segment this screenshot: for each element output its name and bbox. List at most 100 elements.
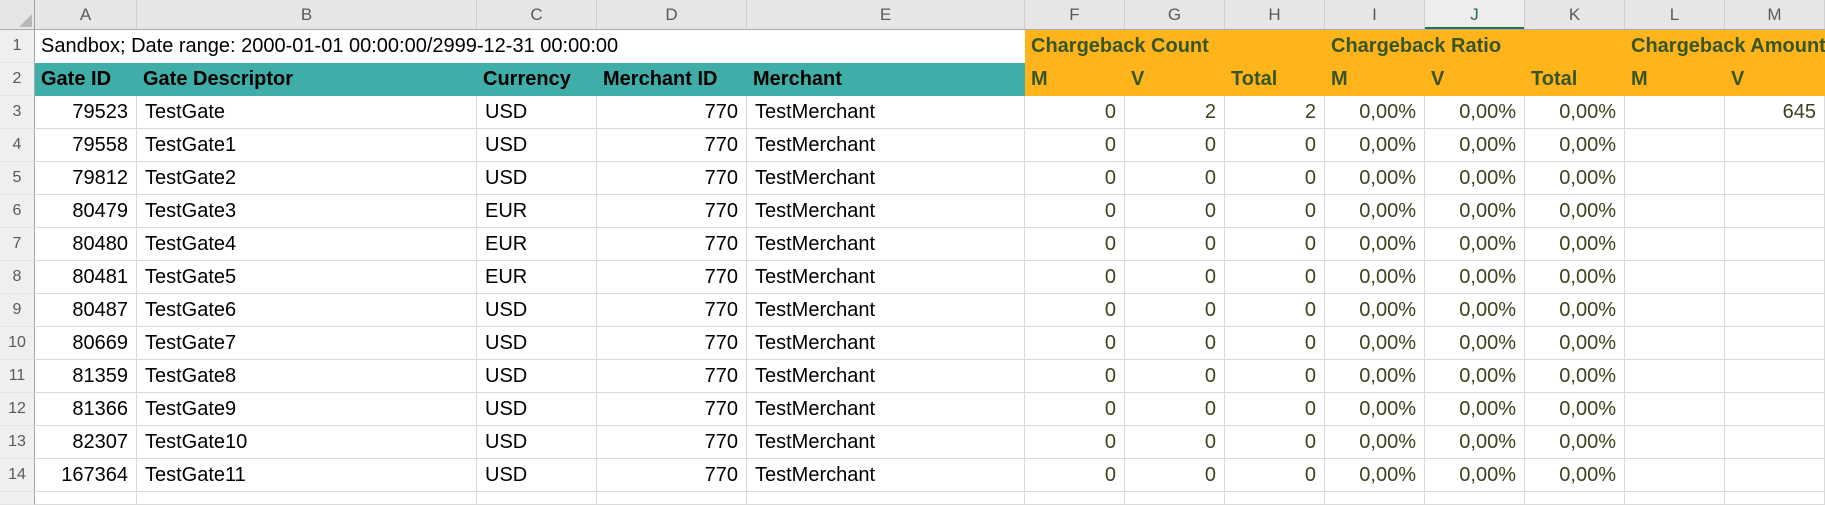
cell-E4[interactable]: TestMerchant bbox=[747, 129, 1025, 162]
cell-D15[interactable] bbox=[597, 492, 747, 505]
cell-L13[interactable] bbox=[1625, 426, 1725, 459]
row-number-8[interactable]: 8 bbox=[0, 261, 35, 294]
cell-H13[interactable]: 0 bbox=[1225, 426, 1325, 459]
header-currency[interactable]: Currency bbox=[477, 63, 597, 96]
column-header-I[interactable]: I bbox=[1325, 0, 1425, 29]
cell-G9[interactable]: 0 bbox=[1125, 294, 1225, 327]
cell-G3[interactable]: 2 bbox=[1125, 96, 1225, 129]
cell-M4[interactable] bbox=[1725, 129, 1825, 162]
cell-A7[interactable]: 80480 bbox=[35, 228, 137, 261]
cell-E5[interactable]: TestMerchant bbox=[747, 162, 1025, 195]
cell-F9[interactable]: 0 bbox=[1025, 294, 1125, 327]
cell-M7[interactable] bbox=[1725, 228, 1825, 261]
cell-B5[interactable]: TestGate2 bbox=[137, 162, 477, 195]
group-header-chargeback-count[interactable]: Chargeback Count bbox=[1025, 30, 1325, 63]
cell-A12[interactable]: 81366 bbox=[35, 393, 137, 426]
cell-I5[interactable]: 0,00% bbox=[1325, 162, 1425, 195]
row-number-5[interactable]: 5 bbox=[0, 162, 35, 195]
cell-B15[interactable] bbox=[137, 492, 477, 505]
cell-L4[interactable] bbox=[1625, 129, 1725, 162]
cell-K3[interactable]: 0,00% bbox=[1525, 96, 1625, 129]
cell-G14[interactable]: 0 bbox=[1125, 459, 1225, 492]
cell-F11[interactable]: 0 bbox=[1025, 360, 1125, 393]
cell-L12[interactable] bbox=[1625, 393, 1725, 426]
cell-E11[interactable]: TestMerchant bbox=[747, 360, 1025, 393]
cell-G5[interactable]: 0 bbox=[1125, 162, 1225, 195]
cell-E15[interactable] bbox=[747, 492, 1025, 505]
cell-I12[interactable]: 0,00% bbox=[1325, 393, 1425, 426]
cell-B7[interactable]: TestGate4 bbox=[137, 228, 477, 261]
cell-H12[interactable]: 0 bbox=[1225, 393, 1325, 426]
cell-J13[interactable]: 0,00% bbox=[1425, 426, 1525, 459]
cell-L3[interactable] bbox=[1625, 96, 1725, 129]
column-header-A[interactable]: A bbox=[35, 0, 137, 29]
row-number-6[interactable]: 6 bbox=[0, 195, 35, 228]
cell-A13[interactable]: 82307 bbox=[35, 426, 137, 459]
row-number-4[interactable]: 4 bbox=[0, 129, 35, 162]
cell-G11[interactable]: 0 bbox=[1125, 360, 1225, 393]
cell-C12[interactable]: USD bbox=[477, 393, 597, 426]
cell-E14[interactable]: TestMerchant bbox=[747, 459, 1025, 492]
row-number-15[interactable] bbox=[0, 492, 35, 505]
header-gate-descriptor[interactable]: Gate Descriptor bbox=[137, 63, 477, 96]
cell-F13[interactable]: 0 bbox=[1025, 426, 1125, 459]
cell-I7[interactable]: 0,00% bbox=[1325, 228, 1425, 261]
cell-K10[interactable]: 0,00% bbox=[1525, 327, 1625, 360]
cell-C8[interactable]: EUR bbox=[477, 261, 597, 294]
cell-E9[interactable]: TestMerchant bbox=[747, 294, 1025, 327]
cell-A9[interactable]: 80487 bbox=[35, 294, 137, 327]
cell-M3[interactable]: 645 bbox=[1725, 96, 1825, 129]
column-header-G[interactable]: G bbox=[1125, 0, 1225, 29]
cell-J3[interactable]: 0,00% bbox=[1425, 96, 1525, 129]
column-header-M[interactable]: M bbox=[1725, 0, 1825, 29]
cell-B12[interactable]: TestGate9 bbox=[137, 393, 477, 426]
cell-M13[interactable] bbox=[1725, 426, 1825, 459]
cell-F14[interactable]: 0 bbox=[1025, 459, 1125, 492]
cell-G12[interactable]: 0 bbox=[1125, 393, 1225, 426]
group-header-chargeback-ratio[interactable]: Chargeback Ratio bbox=[1325, 30, 1625, 63]
cell-C13[interactable]: USD bbox=[477, 426, 597, 459]
cell-K6[interactable]: 0,00% bbox=[1525, 195, 1625, 228]
cell-L10[interactable] bbox=[1625, 327, 1725, 360]
cell-M12[interactable] bbox=[1725, 393, 1825, 426]
cell-B6[interactable]: TestGate3 bbox=[137, 195, 477, 228]
cell-B9[interactable]: TestGate6 bbox=[137, 294, 477, 327]
cell-F12[interactable]: 0 bbox=[1025, 393, 1125, 426]
cell-H15[interactable] bbox=[1225, 492, 1325, 505]
header-merchant-id[interactable]: Merchant ID bbox=[597, 63, 747, 96]
cell-A15[interactable] bbox=[35, 492, 137, 505]
cell-D11[interactable]: 770 bbox=[597, 360, 747, 393]
row-number-9[interactable]: 9 bbox=[0, 294, 35, 327]
cell-L5[interactable] bbox=[1625, 162, 1725, 195]
cell-I3[interactable]: 0,00% bbox=[1325, 96, 1425, 129]
cell-I13[interactable]: 0,00% bbox=[1325, 426, 1425, 459]
cell-C6[interactable]: EUR bbox=[477, 195, 597, 228]
sub-header-f[interactable]: M bbox=[1025, 63, 1125, 96]
sub-header-m[interactable]: V bbox=[1725, 63, 1825, 96]
cell-A8[interactable]: 80481 bbox=[35, 261, 137, 294]
cell-B11[interactable]: TestGate8 bbox=[137, 360, 477, 393]
row-number-2[interactable]: 2 bbox=[0, 63, 35, 96]
cell-K7[interactable]: 0,00% bbox=[1525, 228, 1625, 261]
cell-F15[interactable] bbox=[1025, 492, 1125, 505]
cell-K15[interactable] bbox=[1525, 492, 1625, 505]
column-header-E[interactable]: E bbox=[747, 0, 1025, 29]
cell-M8[interactable] bbox=[1725, 261, 1825, 294]
cell-B13[interactable]: TestGate10 bbox=[137, 426, 477, 459]
cell-H11[interactable]: 0 bbox=[1225, 360, 1325, 393]
cell-J7[interactable]: 0,00% bbox=[1425, 228, 1525, 261]
cell-L11[interactable] bbox=[1625, 360, 1725, 393]
row-number-14[interactable]: 14 bbox=[0, 459, 35, 492]
cell-I4[interactable]: 0,00% bbox=[1325, 129, 1425, 162]
column-header-K[interactable]: K bbox=[1525, 0, 1625, 29]
column-header-H[interactable]: H bbox=[1225, 0, 1325, 29]
cell-H4[interactable]: 0 bbox=[1225, 129, 1325, 162]
cell-H14[interactable]: 0 bbox=[1225, 459, 1325, 492]
sub-header-i[interactable]: M bbox=[1325, 63, 1425, 96]
cell-E3[interactable]: TestMerchant bbox=[747, 96, 1025, 129]
cell-H10[interactable]: 0 bbox=[1225, 327, 1325, 360]
column-header-F[interactable]: F bbox=[1025, 0, 1125, 29]
cell-A10[interactable]: 80669 bbox=[35, 327, 137, 360]
cell-D14[interactable]: 770 bbox=[597, 459, 747, 492]
cell-A4[interactable]: 79558 bbox=[35, 129, 137, 162]
